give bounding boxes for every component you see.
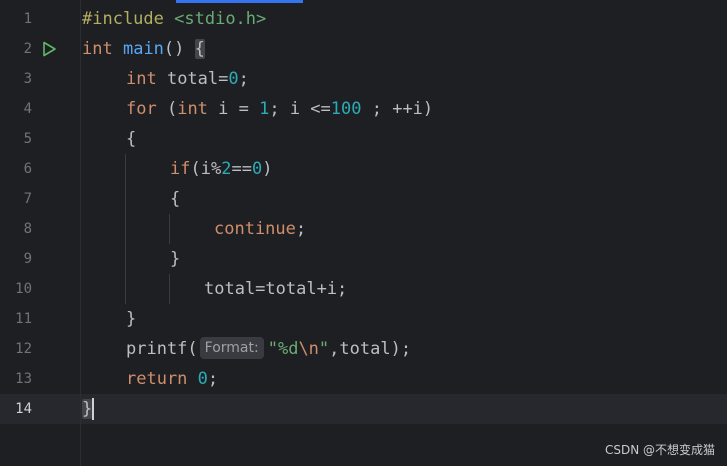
line-number-current: 14 [15, 401, 32, 417]
line-number: 12 [15, 341, 32, 357]
line-number: 13 [15, 371, 32, 387]
code-line-5: { [126, 129, 137, 149]
code-line-10: total=total+i; [204, 279, 348, 299]
watermark: CSDN @不想变成猫 [604, 443, 715, 457]
line-number: 10 [15, 281, 32, 297]
code-line-4: for (int i = 1; i <=100 ; ++i) [126, 99, 434, 119]
active-tab-indicator [176, 0, 303, 3]
line-number: 3 [23, 71, 32, 87]
code-line-8: continue; [214, 219, 307, 239]
indent-guide [125, 154, 126, 304]
code-line-7: { [170, 189, 181, 209]
matched-brace: } [82, 399, 93, 419]
line-number: 4 [23, 101, 32, 117]
line-number: 2 [23, 41, 32, 57]
line-number: 1 [23, 11, 32, 27]
code-line-12: printf(Format: "%d\n",total); [126, 337, 412, 359]
code-line-1: #include <stdio.h> [82, 9, 267, 29]
line-number: 7 [23, 191, 32, 207]
line-number: 11 [15, 311, 32, 327]
code-line-2: int main() { [82, 39, 205, 59]
code-line-3: int total=0; [126, 69, 249, 89]
matched-brace: { [194, 39, 205, 59]
code-line-11: } [126, 309, 137, 329]
code-line-14: } [82, 394, 93, 424]
code-line-6: if(i%2==0) [170, 159, 273, 179]
line-number: 8 [23, 221, 32, 237]
indent-guide [169, 214, 170, 244]
code-line-13: return 0; [126, 369, 219, 389]
code-line-9: } [170, 249, 181, 269]
line-number: 9 [23, 251, 32, 267]
editor-gutter: 1 2 3 4 5 6 7 8 9 10 11 12 13 14 [0, 0, 81, 466]
run-icon[interactable] [41, 41, 57, 57]
current-line-highlight [0, 394, 727, 424]
line-number: 6 [23, 161, 32, 177]
parameter-hint: Format: [199, 337, 264, 359]
line-number: 5 [23, 131, 32, 147]
indent-guide [169, 274, 170, 304]
text-caret [92, 398, 94, 420]
